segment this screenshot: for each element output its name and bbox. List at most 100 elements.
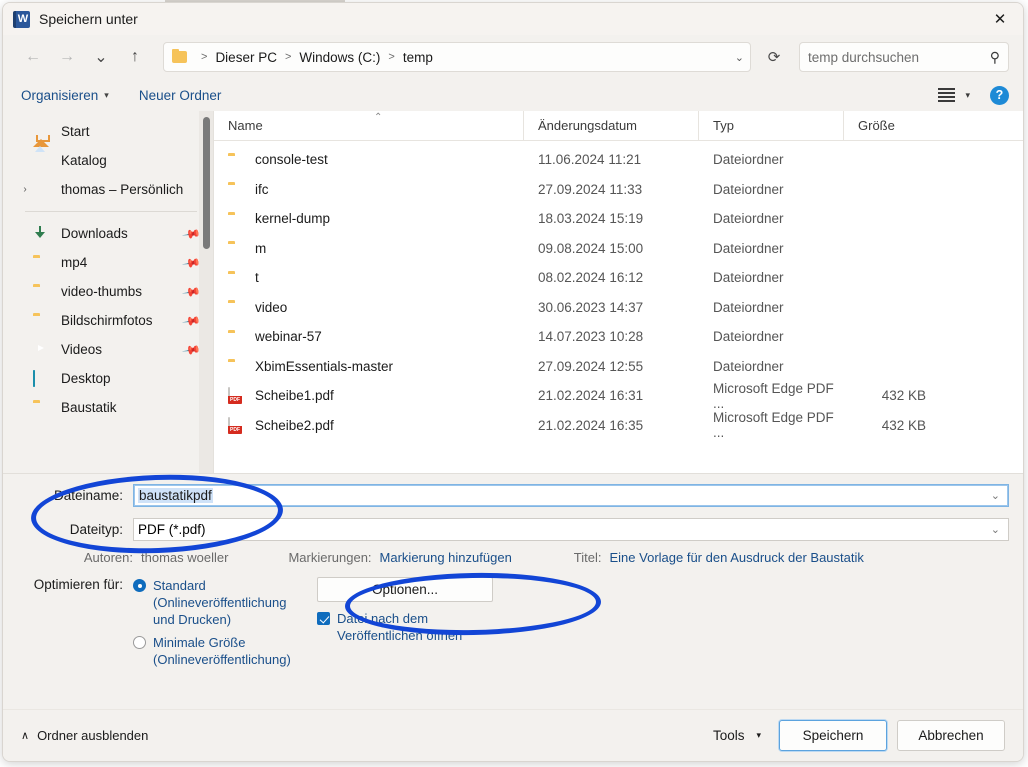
title-bar: W Speichern unter ✕ — [3, 3, 1023, 35]
cloud-icon — [33, 182, 53, 198]
hide-folders-button[interactable]: ∧ Ordner ausblenden — [21, 728, 148, 743]
sidebar-divider — [25, 211, 197, 212]
open-after-publish-label[interactable]: Datei nach dem Veröffentlichen öffnen — [337, 610, 487, 644]
search-box[interactable]: ⚲ — [799, 42, 1009, 72]
table-row[interactable]: Scheibe2.pdf 21.02.2024 16:35 Microsoft … — [214, 410, 1023, 441]
breadcrumb-item-1[interactable]: Windows (C:) — [297, 50, 382, 65]
forward-icon[interactable]: → — [51, 42, 83, 72]
help-icon[interactable]: ? — [990, 85, 1009, 105]
sidebar-item-label: Desktop — [61, 371, 111, 386]
sidebar-item-katalog[interactable]: Katalog — [3, 146, 213, 175]
options-button[interactable]: Optionen... — [317, 577, 493, 602]
file-type-cell: Dateiordner — [713, 240, 784, 256]
picture-icon — [33, 153, 53, 169]
chevron-down-icon[interactable]: ▾ — [965, 90, 970, 101]
search-icon: ⚲ — [989, 48, 1000, 65]
file-name-cell: video — [214, 300, 524, 315]
file-date-cell: 21.02.2024 16:35 — [538, 417, 644, 433]
view-list-icon[interactable] — [938, 88, 956, 102]
filename-input[interactable]: baustatikpdf ⌄ — [133, 484, 1009, 507]
file-type-cell: Dateiordner — [713, 358, 784, 374]
save-as-dialog: W Speichern unter ✕ ← → ⌄ ↑ > Dieser PC … — [2, 2, 1024, 762]
sidebar-item-videos[interactable]: Videos 📌 — [3, 335, 213, 364]
sidebar-scrollbar-track[interactable] — [199, 111, 213, 473]
filename-row: Dateiname: baustatikpdf ⌄ — [3, 483, 1023, 508]
radio-standard[interactable] — [133, 579, 146, 592]
back-icon[interactable]: ← — [17, 42, 49, 72]
table-row[interactable]: webinar-57 14.07.2023 10:28 Dateiordner — [214, 322, 1023, 352]
tools-button[interactable]: Tools ▾ — [705, 723, 769, 748]
new-folder-button[interactable]: Neuer Ordner — [139, 88, 222, 103]
title-value[interactable]: Eine Vorlage für den Ausdruck der Bausta… — [610, 550, 864, 565]
table-row[interactable]: t 08.02.2024 16:12 Dateiordner — [214, 263, 1023, 293]
chevron-down-icon[interactable]: ⌄ — [991, 489, 1000, 502]
table-row[interactable]: console-test 11.06.2024 11:21 Dateiordne… — [214, 145, 1023, 175]
table-row[interactable]: m 09.08.2024 15:00 Dateiordner — [214, 234, 1023, 264]
file-type-cell: Dateiordner — [713, 299, 784, 315]
file-list: Name ⌃ Änderungsdatum Typ Größe console-… — [213, 110, 1023, 473]
radio-minimal[interactable] — [133, 636, 146, 649]
search-input[interactable] — [808, 49, 990, 65]
close-button[interactable]: ✕ — [977, 3, 1023, 35]
open-after-publish-row[interactable]: Datei nach dem Veröffentlichen öffnen — [317, 610, 577, 644]
sidebar-item-baustatik[interactable]: Baustatik — [3, 393, 213, 422]
folder-icon — [228, 359, 245, 374]
sidebar-item-mp4[interactable]: mp4 📌 — [3, 248, 213, 277]
table-row[interactable]: ifc 27.09.2024 11:33 Dateiordner — [214, 175, 1023, 205]
file-name: Scheibe2.pdf — [255, 417, 334, 433]
table-row[interactable]: XbimEssentials-master 27.09.2024 12:55 D… — [214, 352, 1023, 382]
table-row[interactable]: video 30.06.2023 14:37 Dateiordner — [214, 293, 1023, 323]
breadcrumb[interactable]: > Dieser PC > Windows (C:) > temp ⌄ — [163, 42, 751, 72]
organize-button[interactable]: Organisieren ▾ — [21, 88, 109, 103]
sidebar-item-onedrive[interactable]: › thomas – Persönlich — [3, 175, 213, 204]
file-name-cell: XbimEssentials-master — [214, 359, 524, 374]
sidebar-scrollbar-thumb[interactable] — [203, 117, 210, 249]
radio-standard-label[interactable]: Standard (Onlineveröffentlichung und Dru… — [153, 577, 286, 628]
radio-standard-row[interactable]: Standard (Onlineveröffentlichung und Dru… — [133, 577, 286, 628]
filetype-row: Dateityp: PDF (*.pdf) ⌄ — [3, 517, 1023, 542]
radio-minimal-label[interactable]: Minimale Größe (Onlineveröffentlichung) — [153, 634, 291, 668]
file-type-cell: Dateiordner — [713, 270, 784, 286]
up-icon[interactable]: ↑ — [119, 42, 151, 72]
open-after-publish-checkbox[interactable] — [317, 612, 330, 625]
radio-standard-line1: Standard — [153, 578, 206, 593]
radio-standard-line2: (Onlineveröffentlichung und Drucken) — [153, 595, 287, 627]
add-tag-link[interactable]: Markierung hinzufügen — [380, 550, 512, 565]
table-row[interactable]: kernel-dump 18.03.2024 15:19 Dateiordner — [214, 204, 1023, 234]
sidebar-item-downloads[interactable]: Downloads 📌 — [3, 219, 213, 248]
save-button[interactable]: Speichern — [779, 720, 887, 751]
column-header-size[interactable]: Größe — [844, 111, 934, 141]
breadcrumb-item-2[interactable]: temp — [401, 50, 435, 65]
pdf-icon — [228, 387, 245, 405]
file-type-cell: Microsoft Edge PDF ... — [713, 410, 834, 441]
sidebar-item-desktop[interactable]: Desktop — [3, 364, 213, 393]
organize-label: Organisieren — [21, 87, 99, 103]
table-row[interactable]: Scheibe1.pdf 21.02.2024 16:31 Microsoft … — [214, 381, 1023, 411]
sidebar-item-bildschirmfotos[interactable]: Bildschirmfotos 📌 — [3, 306, 213, 335]
refresh-icon[interactable]: ⟳ — [759, 42, 789, 72]
folder-icon — [33, 400, 53, 416]
desktop-icon — [33, 369, 53, 387]
file-date-cell: 11.06.2024 11:21 — [538, 152, 642, 168]
sidebar-item-video-thumbs[interactable]: video-thumbs 📌 — [3, 277, 213, 306]
word-app-icon: W — [13, 10, 30, 28]
sidebar-item-start[interactable]: Start — [3, 117, 213, 147]
file-name-cell: Scheibe1.pdf — [214, 387, 524, 405]
recent-locations-icon[interactable]: ⌄ — [85, 42, 117, 72]
chevron-down-icon[interactable]: ⌄ — [991, 523, 1000, 536]
breadcrumb-item-0[interactable]: Dieser PC — [213, 50, 279, 65]
column-header-label: Name — [228, 118, 263, 133]
chevron-down-icon[interactable]: ⌄ — [735, 51, 744, 64]
folder-icon — [228, 300, 245, 315]
column-header-name[interactable]: Name ⌃ — [214, 110, 524, 141]
column-header-date[interactable]: Änderungsdatum — [524, 110, 699, 141]
cancel-button[interactable]: Abbrechen — [897, 720, 1005, 751]
radio-minimal-row[interactable]: Minimale Größe (Onlineveröffentlichung) — [133, 634, 291, 668]
optimize-area: Optimieren für: Standard (Onlineveröffen… — [3, 577, 1023, 674]
authors-value[interactable]: thomas woeller — [141, 550, 228, 565]
footer-buttons: Tools ▾ Speichern Abbrechen — [705, 720, 1005, 751]
chevron-right-icon[interactable]: › — [17, 184, 33, 195]
filetype-select[interactable]: PDF (*.pdf) ⌄ — [133, 518, 1009, 541]
column-header-type[interactable]: Typ — [699, 110, 844, 141]
folder-icon — [228, 270, 245, 285]
